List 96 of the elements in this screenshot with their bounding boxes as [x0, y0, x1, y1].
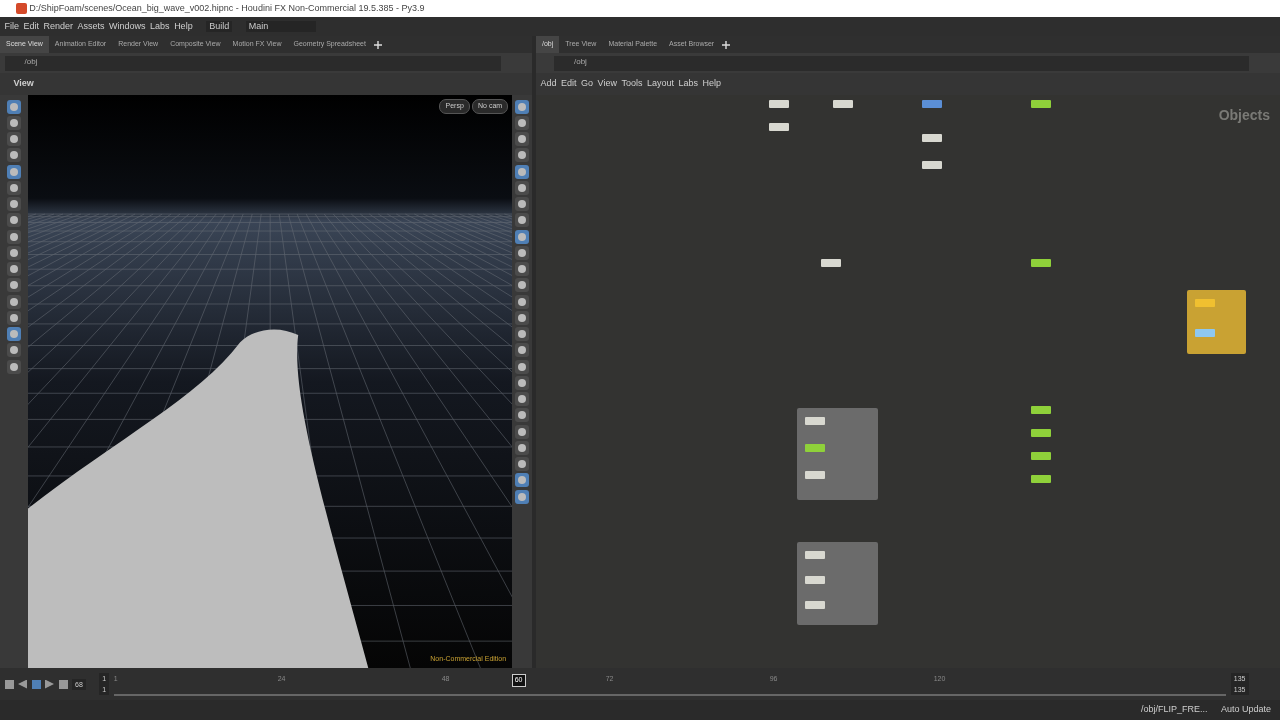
network-menu-item[interactable]: Labs — [678, 77, 698, 91]
tool-icon[interactable] — [515, 343, 530, 358]
network-node[interactable] — [1031, 475, 1051, 483]
tool-icon[interactable] — [515, 408, 530, 423]
network-node[interactable] — [805, 444, 825, 452]
network-node[interactable] — [805, 551, 825, 559]
tool-icon[interactable] — [515, 262, 530, 276]
tool-icon[interactable] — [6, 262, 21, 276]
tool-icon[interactable] — [515, 489, 530, 504]
context-label: Objects — [1218, 106, 1270, 125]
tool-icon[interactable] — [515, 424, 530, 439]
tool-icon[interactable] — [515, 278, 530, 293]
menu-item[interactable]: Labs — [150, 19, 170, 34]
network-node[interactable] — [769, 100, 789, 108]
tool-icon[interactable] — [6, 148, 21, 163]
menu-item[interactable]: Render — [43, 19, 74, 34]
tool-icon[interactable] — [6, 294, 21, 309]
network-menu-item[interactable]: Add — [540, 77, 557, 91]
tool-icon[interactable] — [515, 375, 530, 390]
tool-icon[interactable] — [6, 343, 21, 358]
tool-icon[interactable] — [515, 115, 530, 130]
network-box[interactable] — [797, 408, 878, 500]
tool-icon[interactable] — [515, 213, 530, 228]
tool-icon[interactable] — [515, 310, 530, 325]
node-path-label: /obj/FLIP_FRE... — [1140, 703, 1208, 717]
tool-icon[interactable] — [515, 164, 530, 179]
tool-icon[interactable] — [6, 197, 21, 211]
tool-icon[interactable] — [515, 132, 530, 146]
network-node[interactable] — [769, 123, 789, 131]
network-menu-item[interactable]: Tools — [621, 77, 643, 91]
stop-icon[interactable] — [31, 679, 41, 689]
menu-item[interactable]: Help — [174, 19, 193, 34]
tool-icon[interactable] — [6, 213, 21, 228]
path-field[interactable]: /obj — [4, 55, 501, 71]
update-mode-menu[interactable]: Auto Update — [1220, 703, 1271, 717]
play-icon[interactable] — [45, 679, 54, 689]
tool-icon[interactable] — [515, 99, 530, 114]
menu-item[interactable]: Edit — [23, 19, 40, 34]
network-menu-item[interactable]: Layout — [646, 77, 674, 91]
network-box[interactable] — [797, 542, 878, 625]
network-node[interactable] — [1031, 429, 1051, 437]
tool-icon[interactable] — [6, 164, 21, 179]
desktop-build-button[interactable]: Build — [206, 21, 233, 32]
app-logo-icon — [16, 3, 27, 14]
network-node[interactable] — [805, 576, 825, 584]
add-tab-icon[interactable] — [374, 40, 383, 49]
network-node[interactable] — [922, 134, 942, 142]
menu-item[interactable]: Assets — [77, 19, 105, 34]
tool-icon[interactable] — [515, 473, 530, 488]
network-node[interactable] — [1031, 406, 1051, 414]
tool-icon[interactable] — [6, 229, 21, 244]
desktop-selector[interactable]: Main — [245, 21, 316, 32]
menu-item[interactable]: File — [4, 19, 19, 34]
network-node[interactable] — [1031, 452, 1051, 460]
tool-icon[interactable] — [6, 245, 21, 260]
tool-icon[interactable] — [6, 310, 21, 325]
network-node[interactable] — [922, 161, 942, 169]
tool-icon[interactable] — [515, 148, 530, 163]
network-node[interactable] — [922, 100, 942, 108]
tool-icon[interactable] — [515, 440, 530, 455]
network-node[interactable] — [821, 259, 841, 267]
path-field[interactable]: /obj — [554, 55, 1249, 71]
tool-icon[interactable] — [6, 99, 21, 114]
tool-icon[interactable] — [6, 359, 21, 374]
tool-icon[interactable] — [6, 278, 21, 293]
network-menu-item[interactable]: Help — [702, 77, 721, 91]
network-node[interactable] — [1031, 100, 1051, 108]
tool-icon[interactable] — [515, 180, 530, 195]
tool-icon[interactable] — [6, 180, 21, 195]
network-node[interactable] — [1195, 299, 1215, 307]
network-node[interactable] — [805, 471, 825, 479]
add-tab-icon[interactable] — [722, 40, 731, 49]
timeline-track[interactable] — [113, 694, 1227, 696]
tool-icon[interactable] — [515, 327, 530, 341]
viewer-title: View — [13, 77, 34, 91]
tool-icon[interactable] — [6, 132, 21, 146]
tool-icon[interactable] — [515, 392, 530, 406]
network-node[interactable] — [805, 417, 825, 425]
network-menu-item[interactable]: Go — [581, 77, 594, 91]
tool-icon[interactable] — [515, 245, 530, 260]
window-title: D:/ShipFoam/scenes/Ocean_big_wave_v002.hipnc - Houdini FX Non-Commercial 19.5.385 - Py3.9 — [29, 1, 425, 15]
network-node[interactable] — [833, 100, 853, 108]
network-node[interactable] — [805, 601, 825, 609]
network-menu-item[interactable]: Edit — [561, 77, 577, 91]
menu-item[interactable]: Windows — [109, 19, 146, 34]
tool-icon[interactable] — [515, 457, 530, 471]
network-node[interactable] — [1031, 259, 1051, 267]
tool-icon[interactable] — [515, 229, 530, 244]
tool-icon[interactable] — [515, 359, 530, 374]
network-node[interactable] — [1195, 329, 1215, 337]
network-menu-item[interactable]: View — [597, 77, 617, 91]
tool-icon[interactable] — [6, 327, 21, 341]
tool-icon[interactable] — [515, 294, 530, 309]
step-back-icon[interactable] — [18, 679, 27, 689]
tool-icon[interactable] — [515, 197, 530, 211]
tool-icon[interactable] — [6, 115, 21, 130]
